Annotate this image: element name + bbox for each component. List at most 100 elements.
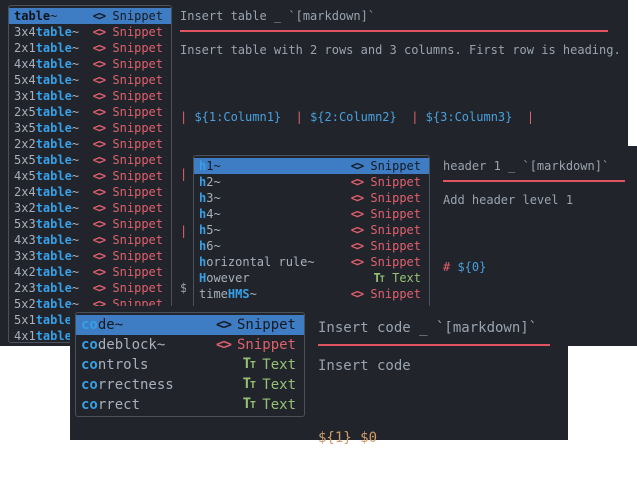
suggestion-label: h2~ <box>199 174 343 190</box>
suggestion-label: 4x4table~ <box>14 56 85 72</box>
kind-icon: <> <box>91 136 106 152</box>
suggestion-item[interactable]: table~ <> Snippet <box>9 8 171 24</box>
suggestion-item[interactable]: controls TT Text <box>76 355 304 375</box>
kind-icon: TT <box>241 374 256 396</box>
kind-label: Snippet <box>112 8 163 24</box>
suggestion-label: 2x3table~ <box>14 280 85 296</box>
code-token: | <box>397 110 426 124</box>
suggestion-label: h3~ <box>199 190 343 206</box>
kind-icon: <> <box>91 200 106 216</box>
suggestion-item[interactable]: timeHMS~ <> Snippet <box>194 286 429 302</box>
suggestion-item[interactable]: 3x4table~ <> Snippet <box>9 24 171 40</box>
suggestion-item[interactable]: 4x2table~ <> Snippet <box>9 264 171 280</box>
kind-label: Snippet <box>112 120 163 136</box>
kind-icon: TT <box>371 270 386 287</box>
kind-label: Snippet <box>112 216 163 232</box>
suggestion-label: correct <box>81 395 235 415</box>
kind-label: Snippet <box>370 286 421 302</box>
doc-title: Insert code _ `[markdown]` <box>318 318 568 338</box>
suggestion-item[interactable]: h1~ <> Snippet <box>194 158 429 174</box>
suggestion-label: table~ <box>14 8 85 24</box>
kind-icon: <> <box>91 216 106 232</box>
suggestion-label: 2x2table~ <box>14 136 85 152</box>
code-suggest-popup: code~ <> Snippet codeblock~ <> Snippet c… <box>70 306 568 440</box>
kind-label: Text <box>262 375 296 395</box>
code-line: # ${0} <box>443 258 637 277</box>
suggestion-item[interactable]: 3x3table~ <> Snippet <box>9 248 171 264</box>
kind-icon: <> <box>91 152 106 168</box>
suggestion-item[interactable]: 3x5table~ <> Snippet <box>9 120 171 136</box>
suggestion-label: 2x5table~ <box>14 104 85 120</box>
suggestion-label: 2x4table~ <box>14 184 85 200</box>
kind-icon: <> <box>91 232 106 248</box>
kind-label: Snippet <box>112 184 163 200</box>
kind-icon: <> <box>91 8 106 24</box>
kind-label: Snippet <box>370 174 421 190</box>
kind-icon: <> <box>91 280 106 296</box>
suggestion-item[interactable]: h4~ <> Snippet <box>194 206 429 222</box>
suggestion-item[interactable]: 2x2table~ <> Snippet <box>9 136 171 152</box>
kind-icon: <> <box>91 72 106 88</box>
kind-icon: <> <box>349 206 364 222</box>
suggestion-label: However <box>199 270 365 286</box>
kind-label: Snippet <box>370 206 421 222</box>
suggestion-item[interactable]: 5x3table~ <> Snippet <box>9 216 171 232</box>
suggestion-item[interactable]: 5x4table~ <> Snippet <box>9 72 171 88</box>
suggestion-label: code~ <box>81 315 210 335</box>
kind-label: Snippet <box>237 315 296 335</box>
suggestion-item[interactable]: code~ <> Snippet <box>76 315 304 335</box>
code-token: | <box>180 110 194 124</box>
suggestion-item[interactable]: h3~ <> Snippet <box>194 190 429 206</box>
code-suggestion-list[interactable]: code~ <> Snippet codeblock~ <> Snippet c… <box>75 312 305 417</box>
kind-label: Snippet <box>370 222 421 238</box>
kind-label: Snippet <box>370 238 421 254</box>
suggestion-label: timeHMS~ <box>199 286 343 302</box>
suggestion-item[interactable]: 4x4table~ <> Snippet <box>9 56 171 72</box>
suggestion-item[interactable]: 2x1table~ <> Snippet <box>9 40 171 56</box>
code-token <box>352 430 360 446</box>
suggestion-label: controls <box>81 355 235 375</box>
suggestion-item[interactable]: h6~ <> Snippet <box>194 238 429 254</box>
suggestion-label: 3x5table~ <box>14 120 85 136</box>
suggestion-item[interactable]: horizontal rule~ <> Snippet <box>194 254 429 270</box>
suggestion-item[interactable]: 2x5table~ <> Snippet <box>9 104 171 120</box>
kind-label: Snippet <box>112 168 163 184</box>
kind-icon: <> <box>91 264 106 280</box>
code-doc-panel: Insert code _ `[markdown]` Insert code $… <box>318 306 568 488</box>
kind-label: Snippet <box>112 72 163 88</box>
suggestion-item[interactable]: correct TT Text <box>76 395 304 415</box>
kind-label: Snippet <box>112 248 163 264</box>
kind-icon: <> <box>91 104 106 120</box>
kind-icon: TT <box>241 394 256 416</box>
table-suggestion-list[interactable]: table~ <> Snippet 3x4table~ <> Snippet 2… <box>8 5 172 343</box>
doc-code-block: # ${0} <box>443 220 637 315</box>
doc-title: header 1 _ `[markdown]` <box>443 158 637 174</box>
kind-icon: <> <box>216 335 231 355</box>
code-token: # <box>443 260 457 274</box>
kind-label: Snippet <box>370 158 421 174</box>
suggestion-label: 3x3table~ <box>14 248 85 264</box>
kind-label: Snippet <box>112 280 163 296</box>
suggestion-item[interactable]: h2~ <> Snippet <box>194 174 429 190</box>
suggestion-item[interactable]: 4x3table~ <> Snippet <box>9 232 171 248</box>
suggestion-item[interactable]: codeblock~ <> Snippet <box>76 335 304 355</box>
suggestion-item[interactable]: 5x5table~ <> Snippet <box>9 152 171 168</box>
suggestion-item[interactable]: However TT Text <box>194 270 429 286</box>
doc-code-block: ${1} $0 <box>318 388 568 488</box>
suggestion-item[interactable]: 3x1table~ <> Snippet <box>9 88 171 104</box>
suggestion-item[interactable]: h5~ <> Snippet <box>194 222 429 238</box>
suggestion-item[interactable]: 3x2table~ <> Snippet <box>9 200 171 216</box>
kind-label: Text <box>262 355 296 375</box>
suggestion-label: h6~ <box>199 238 343 254</box>
suggestion-item[interactable]: 2x4table~ <> Snippet <box>9 184 171 200</box>
kind-icon: <> <box>91 184 106 200</box>
suggestion-label: 3x4table~ <box>14 24 85 40</box>
separator-rule <box>318 344 550 346</box>
doc-title: Insert table _ `[markdown]` <box>180 8 624 24</box>
code-token: | <box>281 110 310 124</box>
suggestion-item[interactable]: 4x5table~ <> Snippet <box>9 168 171 184</box>
suggestion-item[interactable]: correctness TT Text <box>76 375 304 395</box>
suggestion-label: 5x4table~ <box>14 72 85 88</box>
header-suggestion-list[interactable]: h1~ <> Snippet h2~ <> Snippet h3~ <> Sni… <box>193 155 430 319</box>
suggestion-item[interactable]: 2x3table~ <> Snippet <box>9 280 171 296</box>
